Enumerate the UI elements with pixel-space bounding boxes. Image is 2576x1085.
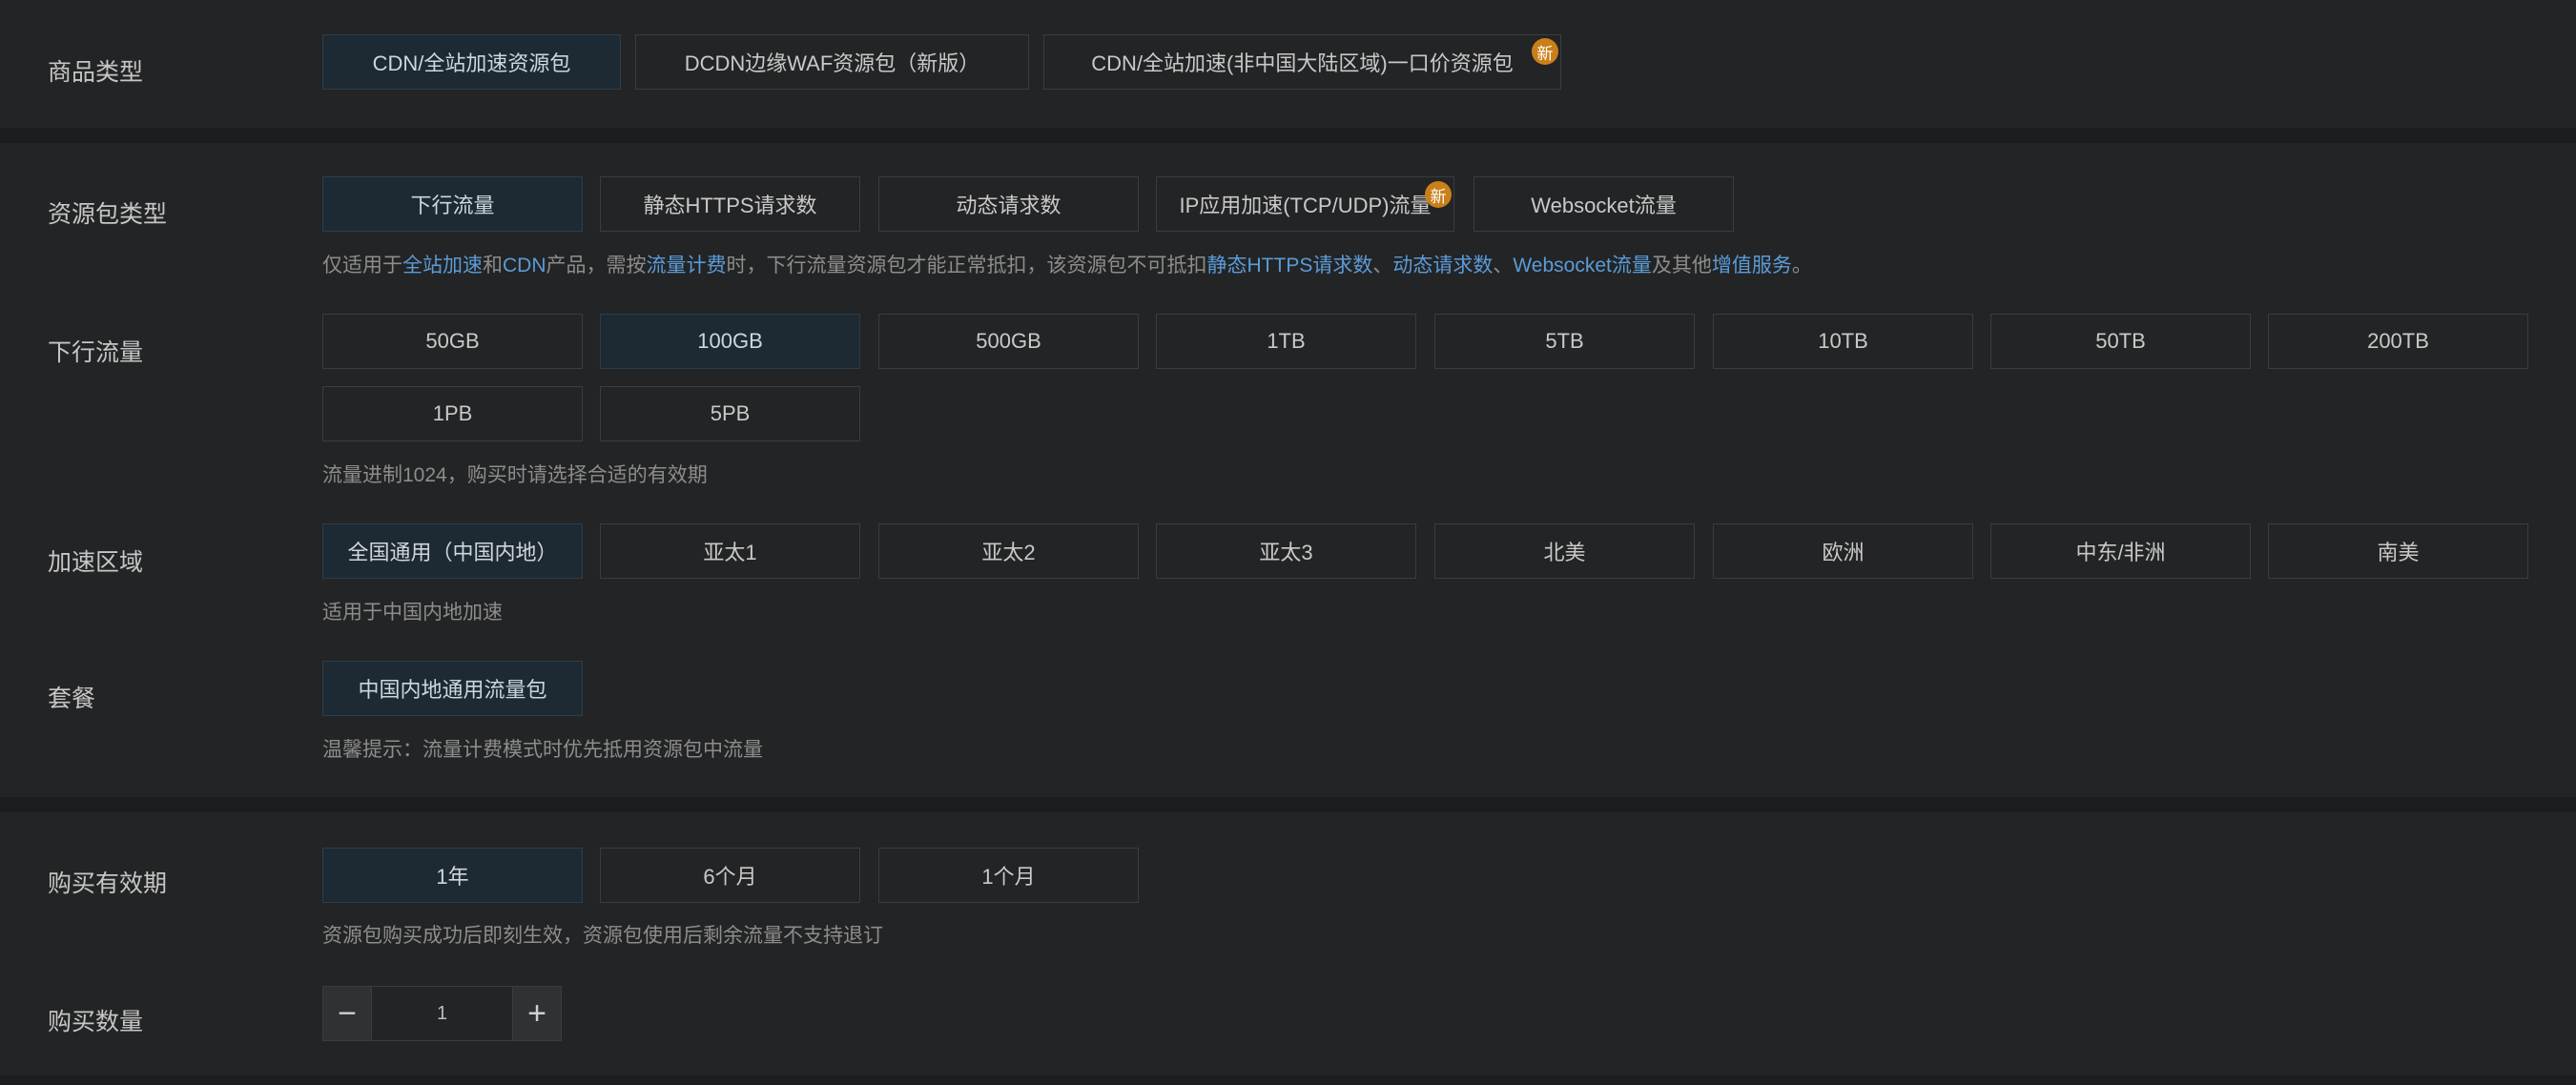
- downlink-option-1tb[interactable]: 1TB: [1156, 314, 1416, 369]
- downlink-option-10tb[interactable]: 10TB: [1713, 314, 1973, 369]
- quantity-stepper: − 1 +: [322, 986, 562, 1041]
- link-static-https[interactable]: 静态HTTPS请求数: [1207, 255, 1373, 276]
- minus-icon[interactable]: −: [323, 987, 371, 1040]
- downlink-option-200tb[interactable]: 200TB: [2268, 314, 2528, 369]
- section-divider: [0, 128, 2576, 143]
- plan-option-mainland-traffic[interactable]: 中国内地通用流量包: [322, 661, 583, 716]
- downlink-label: 下行流量: [48, 339, 144, 366]
- region-option-middle-east-africa[interactable]: 中东/非洲: [1990, 523, 2251, 579]
- package-option-static-https[interactable]: 静态HTTPS请求数: [600, 176, 860, 232]
- section-divider: [0, 1075, 2576, 1085]
- downlink-option-5tb[interactable]: 5TB: [1434, 314, 1695, 369]
- new-badge: 新: [1425, 181, 1452, 208]
- quantity-label: 购买数量: [48, 1009, 144, 1035]
- region-option-europe[interactable]: 欧洲: [1713, 523, 1973, 579]
- downlink-option-500gb[interactable]: 500GB: [878, 314, 1139, 369]
- region-option-apac1[interactable]: 亚太1: [600, 523, 860, 579]
- downlink-option-5pb[interactable]: 5PB: [600, 386, 860, 441]
- downlink-option-100gb[interactable]: 100GB: [600, 314, 860, 369]
- region-option-apac2[interactable]: 亚太2: [878, 523, 1139, 579]
- product-option-cdn[interactable]: CDN/全站加速资源包: [322, 34, 621, 90]
- validity-option-6-months[interactable]: 6个月: [600, 848, 860, 903]
- region-hint: 适用于中国内地加速: [322, 602, 503, 624]
- region-option-apac3[interactable]: 亚太3: [1156, 523, 1416, 579]
- section-divider: [0, 797, 2576, 812]
- downlink-hint: 流量进制1024，购买时请选择合适的有效期: [322, 464, 708, 486]
- package-type-hint: 仅适用于全站加速和CDN产品，需按流量计费时，下行流量资源包才能正常抵扣，该资源…: [322, 255, 1812, 276]
- new-badge: 新: [1532, 38, 1558, 65]
- region-option-mainland[interactable]: 全国通用（中国内地）: [322, 523, 583, 579]
- product-type-label: 商品类型: [48, 59, 144, 86]
- validity-label: 购买有效期: [48, 870, 168, 897]
- region-option-north-america[interactable]: 北美: [1434, 523, 1695, 579]
- downlink-option-50tb[interactable]: 50TB: [1990, 314, 2251, 369]
- validity-hint: 资源包购买成功后即刻生效，资源包使用后剩余流量不支持退订: [322, 925, 883, 947]
- link-value-added[interactable]: 增值服务: [1712, 255, 1792, 276]
- plan-hint: 温馨提示：流量计费模式时优先抵用资源包中流量: [322, 739, 763, 761]
- downlink-option-50gb[interactable]: 50GB: [322, 314, 583, 369]
- quantity-input[interactable]: 1: [371, 987, 513, 1040]
- validity-option-1-year[interactable]: 1年: [322, 848, 583, 903]
- link-dcdn[interactable]: 全站加速: [402, 255, 483, 276]
- link-websocket[interactable]: Websocket流量: [1513, 255, 1652, 276]
- region-label: 加速区域: [48, 549, 144, 576]
- validity-option-1-month[interactable]: 1个月: [878, 848, 1139, 903]
- region-option-south-america[interactable]: 南美: [2268, 523, 2528, 579]
- link-cdn[interactable]: CDN: [503, 255, 546, 276]
- plan-label: 套餐: [48, 686, 96, 712]
- link-dynamic-requests[interactable]: 动态请求数: [1392, 255, 1493, 276]
- package-option-dynamic-requests[interactable]: 动态请求数: [878, 176, 1139, 232]
- package-option-websocket[interactable]: Websocket流量: [1473, 176, 1734, 232]
- product-option-dcdn-waf[interactable]: DCDN边缘WAF资源包（新版）: [635, 34, 1029, 90]
- package-type-label: 资源包类型: [48, 201, 168, 228]
- product-option-overseas[interactable]: CDN/全站加速(非中国大陆区域)一口价资源包: [1043, 34, 1561, 90]
- downlink-option-1pb[interactable]: 1PB: [322, 386, 583, 441]
- link-traffic-billing[interactable]: 流量计费: [647, 255, 727, 276]
- plus-icon[interactable]: +: [513, 987, 561, 1040]
- package-option-downlink[interactable]: 下行流量: [322, 176, 583, 232]
- package-option-ip-accel[interactable]: IP应用加速(TCP/UDP)流量: [1156, 176, 1454, 232]
